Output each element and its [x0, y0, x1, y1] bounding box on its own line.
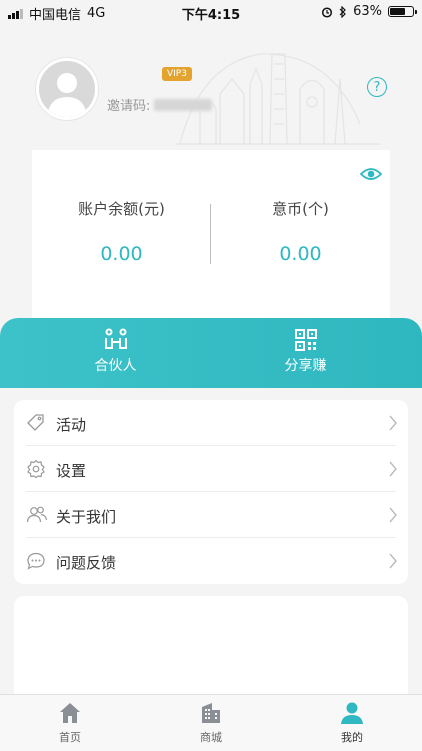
menu-item-label: 问题反馈 — [56, 554, 117, 572]
account-balance-value: 0.00 — [100, 243, 143, 265]
coin-balance-label: 意币(个) — [272, 200, 329, 218]
action-band: 合伙人 分享赚 — [0, 318, 422, 388]
menu-item-settings[interactable]: 设置 — [14, 446, 408, 492]
user-placeholder-icon — [47, 73, 87, 117]
status-bar: 中国电信 4G 下午4:15 63% — [0, 0, 422, 24]
menu-item-label: 设置 — [56, 462, 87, 480]
empty-panel — [14, 596, 408, 706]
coin-balance-value: 0.00 — [279, 243, 322, 265]
invite-code-value-blurred — [154, 98, 213, 111]
qr-code-icon — [294, 329, 317, 351]
account-balance[interactable]: 账户余额(元) 0.00 — [32, 198, 211, 265]
invite-code-label: 邀请码: — [107, 99, 151, 114]
tab-home[interactable]: 首页 — [0, 701, 140, 745]
tab-mine[interactable]: 我的 — [282, 701, 422, 745]
tag-icon — [27, 414, 44, 431]
people-icon — [26, 506, 48, 523]
bluetooth-icon — [339, 5, 346, 18]
coin-balance[interactable]: 意币(个) 0.00 — [211, 198, 390, 265]
tab-label: 我的 — [341, 731, 363, 744]
chevron-right-icon — [389, 415, 397, 431]
eye-icon[interactable] — [360, 166, 382, 182]
tab-label: 首页 — [59, 731, 81, 744]
battery-percent: 63% — [353, 4, 382, 19]
menu-item-activity[interactable]: 活动 — [14, 400, 408, 446]
chevron-right-icon — [389, 461, 397, 477]
partner-button[interactable]: 合伙人 — [10, 328, 221, 375]
partner-icon — [104, 328, 127, 349]
balance-card: 账户余额(元) 0.00 意币(个) 0.00 — [32, 150, 390, 322]
avatar[interactable] — [36, 58, 98, 120]
partner-label: 合伙人 — [94, 358, 137, 374]
help-icon[interactable]: ? — [367, 77, 387, 97]
vip-badge: VIP3 — [162, 67, 192, 81]
share-earn-label: 分享赚 — [284, 358, 327, 374]
account-balance-label: 账户余额(元) — [78, 200, 165, 218]
invite-code: 邀请码: — [107, 95, 213, 114]
gear-icon — [27, 459, 45, 479]
menu-list: 活动 设置 关于我们 问题反馈 — [14, 400, 408, 584]
battery-icon — [388, 6, 417, 17]
home-icon — [60, 703, 80, 723]
alarm-icon — [322, 6, 333, 18]
menu-item-feedback[interactable]: 问题反馈 — [14, 538, 408, 584]
share-earn-button[interactable]: 分享赚 — [200, 328, 411, 375]
tab-bar: 首页 商城 我的 — [0, 694, 422, 751]
chat-icon — [27, 552, 45, 570]
menu-item-label: 关于我们 — [56, 508, 117, 526]
chevron-right-icon — [389, 507, 397, 523]
menu-item-about[interactable]: 关于我们 — [14, 492, 408, 538]
menu-item-label: 活动 — [56, 416, 87, 434]
chevron-right-icon — [389, 553, 397, 569]
tab-label: 商城 — [200, 731, 222, 744]
user-icon — [341, 702, 363, 724]
tab-mall[interactable]: 商城 — [141, 701, 281, 745]
building-icon — [202, 703, 220, 723]
